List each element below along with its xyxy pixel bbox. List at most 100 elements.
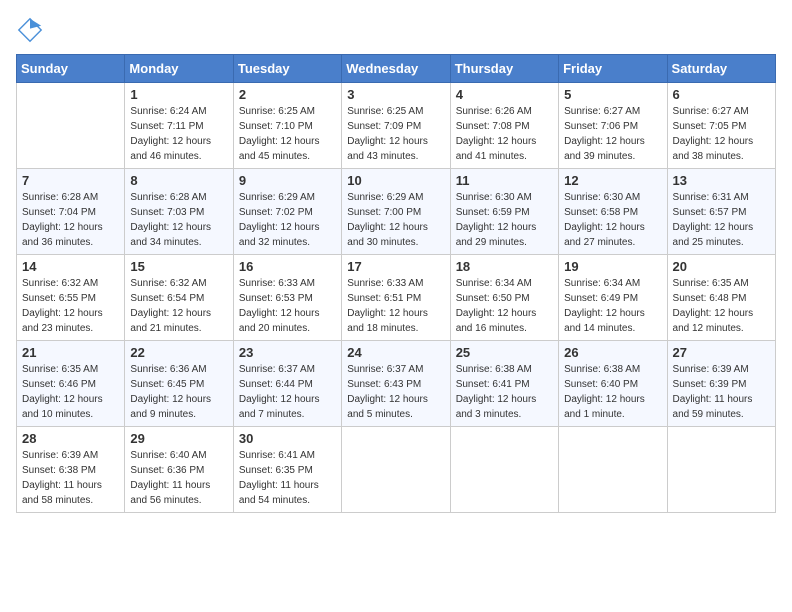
calendar-cell: 3Sunrise: 6:25 AMSunset: 7:09 PMDaylight… — [342, 83, 450, 169]
page-header — [16, 16, 776, 44]
day-number: 26 — [564, 345, 661, 360]
calendar-cell: 1 Sunrise: 6:24 AMSunset: 7:11 PMDaylight… — [125, 83, 233, 169]
calendar-cell: 11 Sunrise: 6:30 AMSunset: 6:59 PMDayligh… — [450, 169, 558, 255]
day-info: Sunrise: 6:30 AMSunset: 6:58 PMDaylight:… — [564, 190, 661, 250]
calendar-cell: 23 Sunrise: 6:37 AMSunset: 6:44 PMDayligh… — [233, 341, 341, 427]
calendar-cell: 7 Sunrise: 6:28 AMSunset: 7:04 PMDaylight… — [17, 169, 125, 255]
calendar-cell: 24 Sunrise: 6:37 AMSunset: 6:43 PMDayligh… — [342, 341, 450, 427]
calendar-cell: 25Sunrise: 6:38 AMSunset: 6:41 PMDayligh… — [450, 341, 558, 427]
day-info: Sunrise: 6:26 AMSunset: 7:08 PMDaylight:… — [456, 104, 553, 164]
day-number: 15 — [130, 259, 227, 274]
weekday-header-wednesday: Wednesday — [342, 55, 450, 83]
calendar-week-3: 14 Sunrise: 6:32 AMSunset: 6:55 PMDayligh… — [17, 255, 776, 341]
day-info: Sunrise: 6:35 AMSunset: 6:46 PMDaylight:… — [22, 362, 119, 422]
day-number: 2 — [239, 87, 336, 102]
calendar-week-1: 1 Sunrise: 6:24 AMSunset: 7:11 PMDaylight… — [17, 83, 776, 169]
calendar-cell — [17, 83, 125, 169]
calendar-week-2: 7 Sunrise: 6:28 AMSunset: 7:04 PMDaylight… — [17, 169, 776, 255]
calendar-week-5: 28 Sunrise: 6:39 AMSunset: 6:38 PMDayligh… — [17, 427, 776, 513]
day-number: 17 — [347, 259, 444, 274]
calendar-cell: 13 Sunrise: 6:31 AMSunset: 6:57 PMDayligh… — [667, 169, 775, 255]
day-info: Sunrise: 6:29 AMSunset: 7:02 PMDaylight:… — [239, 190, 336, 250]
day-info: Sunrise: 6:34 AMSunset: 6:49 PMDaylight:… — [564, 276, 661, 336]
day-info: Sunrise: 6:39 AMSunset: 6:39 PMDaylight:… — [673, 362, 770, 422]
day-info: Sunrise: 6:31 AMSunset: 6:57 PMDaylight:… — [673, 190, 770, 250]
day-info: Sunrise: 6:27 AMSunset: 7:06 PMDaylight:… — [564, 104, 661, 164]
day-info: Sunrise: 6:41 AMSunset: 6:35 PMDaylight:… — [239, 448, 336, 508]
day-info: Sunrise: 6:36 AMSunset: 6:45 PMDaylight:… — [130, 362, 227, 422]
day-info: Sunrise: 6:37 AMSunset: 6:43 PMDaylight:… — [347, 362, 444, 422]
day-info: Sunrise: 6:28 AMSunset: 7:04 PMDaylight:… — [22, 190, 119, 250]
day-number: 30 — [239, 431, 336, 446]
calendar-cell: 2 Sunrise: 6:25 AMSunset: 7:10 PMDaylight… — [233, 83, 341, 169]
day-info: Sunrise: 6:37 AMSunset: 6:44 PMDaylight:… — [239, 362, 336, 422]
day-number: 18 — [456, 259, 553, 274]
calendar-cell: 20Sunrise: 6:35 AMSunset: 6:48 PMDayligh… — [667, 255, 775, 341]
calendar-cell: 29Sunrise: 6:40 AMSunset: 6:36 PMDayligh… — [125, 427, 233, 513]
calendar-cell: 27 Sunrise: 6:39 AMSunset: 6:39 PMDayligh… — [667, 341, 775, 427]
day-info: Sunrise: 6:32 AMSunset: 6:55 PMDaylight:… — [22, 276, 119, 336]
weekday-header-friday: Friday — [559, 55, 667, 83]
day-number: 5 — [564, 87, 661, 102]
day-number: 21 — [22, 345, 119, 360]
day-number: 22 — [130, 345, 227, 360]
day-info: Sunrise: 6:34 AMSunset: 6:50 PMDaylight:… — [456, 276, 553, 336]
logo — [16, 16, 48, 44]
calendar-cell: 8 Sunrise: 6:28 AMSunset: 7:03 PMDaylight… — [125, 169, 233, 255]
weekday-header-monday: Monday — [125, 55, 233, 83]
day-info: Sunrise: 6:33 AMSunset: 6:51 PMDaylight:… — [347, 276, 444, 336]
calendar-cell: 15 Sunrise: 6:32 AMSunset: 6:54 PMDayligh… — [125, 255, 233, 341]
weekday-header-sunday: Sunday — [17, 55, 125, 83]
calendar-cell — [559, 427, 667, 513]
day-number: 4 — [456, 87, 553, 102]
calendar-cell: 14 Sunrise: 6:32 AMSunset: 6:55 PMDayligh… — [17, 255, 125, 341]
day-number: 7 — [22, 173, 119, 188]
day-number: 8 — [130, 173, 227, 188]
calendar-cell — [450, 427, 558, 513]
day-number: 29 — [130, 431, 227, 446]
day-info: Sunrise: 6:39 AMSunset: 6:38 PMDaylight:… — [22, 448, 119, 508]
day-number: 11 — [456, 173, 553, 188]
weekday-header-tuesday: Tuesday — [233, 55, 341, 83]
day-info: Sunrise: 6:25 AMSunset: 7:09 PMDaylight:… — [347, 104, 444, 164]
calendar-cell: 5 Sunrise: 6:27 AMSunset: 7:06 PMDaylight… — [559, 83, 667, 169]
day-number: 24 — [347, 345, 444, 360]
calendar-cell: 10Sunrise: 6:29 AMSunset: 7:00 PMDayligh… — [342, 169, 450, 255]
calendar-cell: 9 Sunrise: 6:29 AMSunset: 7:02 PMDaylight… — [233, 169, 341, 255]
day-number: 9 — [239, 173, 336, 188]
day-info: Sunrise: 6:33 AMSunset: 6:53 PMDaylight:… — [239, 276, 336, 336]
calendar-cell: 18 Sunrise: 6:34 AMSunset: 6:50 PMDayligh… — [450, 255, 558, 341]
day-info: Sunrise: 6:32 AMSunset: 6:54 PMDaylight:… — [130, 276, 227, 336]
day-number: 6 — [673, 87, 770, 102]
day-info: Sunrise: 6:30 AMSunset: 6:59 PMDaylight:… — [456, 190, 553, 250]
day-info: Sunrise: 6:27 AMSunset: 7:05 PMDaylight:… — [673, 104, 770, 164]
calendar-cell: 6 Sunrise: 6:27 AMSunset: 7:05 PMDaylight… — [667, 83, 775, 169]
day-number: 10 — [347, 173, 444, 188]
day-number: 27 — [673, 345, 770, 360]
calendar-cell — [342, 427, 450, 513]
calendar-cell — [667, 427, 775, 513]
day-number: 12 — [564, 173, 661, 188]
calendar-week-4: 21 Sunrise: 6:35 AMSunset: 6:46 PMDayligh… — [17, 341, 776, 427]
calendar-cell: 28 Sunrise: 6:39 AMSunset: 6:38 PMDayligh… — [17, 427, 125, 513]
calendar-cell: 4 Sunrise: 6:26 AMSunset: 7:08 PMDaylight… — [450, 83, 558, 169]
day-number: 19 — [564, 259, 661, 274]
day-info: Sunrise: 6:25 AMSunset: 7:10 PMDaylight:… — [239, 104, 336, 164]
calendar-cell: 22 Sunrise: 6:36 AMSunset: 6:45 PMDayligh… — [125, 341, 233, 427]
calendar-cell: 16 Sunrise: 6:33 AMSunset: 6:53 PMDayligh… — [233, 255, 341, 341]
day-number: 23 — [239, 345, 336, 360]
day-number: 16 — [239, 259, 336, 274]
calendar-cell: 12 Sunrise: 6:30 AMSunset: 6:58 PMDayligh… — [559, 169, 667, 255]
calendar-cell: 30 Sunrise: 6:41 AMSunset: 6:35 PMDayligh… — [233, 427, 341, 513]
day-number: 25 — [456, 345, 553, 360]
day-info: Sunrise: 6:38 AMSunset: 6:40 PMDaylight:… — [564, 362, 661, 422]
day-number: 1 — [130, 87, 227, 102]
calendar-table: SundayMondayTuesdayWednesdayThursdayFrid… — [16, 54, 776, 513]
day-info: Sunrise: 6:28 AMSunset: 7:03 PMDaylight:… — [130, 190, 227, 250]
day-number: 28 — [22, 431, 119, 446]
day-number: 13 — [673, 173, 770, 188]
day-number: 14 — [22, 259, 119, 274]
day-info: Sunrise: 6:24 AMSunset: 7:11 PMDaylight:… — [130, 104, 227, 164]
calendar-cell: 21 Sunrise: 6:35 AMSunset: 6:46 PMDayligh… — [17, 341, 125, 427]
day-number: 20 — [673, 259, 770, 274]
